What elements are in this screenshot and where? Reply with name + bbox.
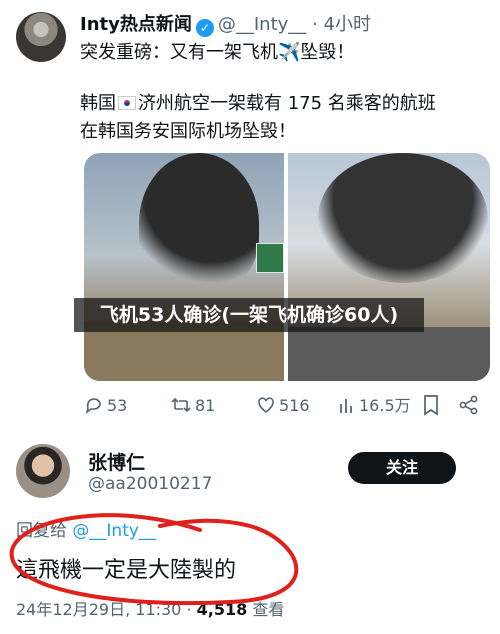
author-avatar[interactable] xyxy=(16,12,66,62)
views-button[interactable]: 16.5万 xyxy=(338,394,411,418)
photo-grid xyxy=(84,153,490,381)
body-line2: 在韩国务安国际机场坠毁！ xyxy=(80,121,296,142)
reply-text: 這飛機一定是大陸製的 xyxy=(16,558,237,583)
body-line1-post: 济州航空一架载有 175 名乘客的航班 xyxy=(138,93,436,114)
replying-to: 回复给 @__Inty__ xyxy=(16,516,156,541)
author-handle[interactable]: @__Inty__ xyxy=(218,14,306,35)
retweet-button[interactable]: 81 xyxy=(170,394,215,418)
road xyxy=(288,327,490,381)
tweet-body: 韩国 济州航空一架载有 175 名乘客的航班 在韩国务安国际机场坠毁！ xyxy=(80,90,490,146)
share-icon xyxy=(459,395,478,415)
bookmark-icon xyxy=(424,395,438,416)
reply-count: 53 xyxy=(107,396,128,415)
reply-author-handle[interactable]: @aa20010217 xyxy=(88,474,212,494)
views-count: 16.5万 xyxy=(359,396,411,415)
reply-date[interactable]: 24年12月29日, 11:30 · xyxy=(16,600,197,619)
body-line1-pre: 韩国 xyxy=(80,93,116,114)
tweet-header: Inty热点新闻 ✓ @__Inty__ · 4小时 xyxy=(80,10,371,37)
share-button[interactable] xyxy=(458,394,483,418)
like-button[interactable]: 516 xyxy=(256,394,310,418)
bookmark-button[interactable] xyxy=(422,394,443,418)
tweet-headline: 突发重磅：又有一架飞机✈️坠毁！ xyxy=(80,42,355,63)
like-count: 516 xyxy=(279,396,310,415)
crash-photo-right[interactable] xyxy=(288,153,490,381)
smoke-plume xyxy=(318,153,488,283)
reply-tweet: 张博仁 @aa20010217 关注 回复给 @__Inty__ 這飛機一定是大… xyxy=(0,430,500,634)
verified-badge-icon: ✓ xyxy=(195,19,214,37)
retweet-icon xyxy=(171,397,191,413)
follow-button[interactable]: 关注 xyxy=(348,452,456,484)
timestamp[interactable]: 4小时 xyxy=(324,14,371,35)
heart-icon xyxy=(258,397,274,413)
reply-views-count: 4,518 xyxy=(196,600,248,619)
reply-meta: 24年12月29日, 11:30 · 4,518 查看 xyxy=(16,596,284,620)
road-sign xyxy=(256,243,284,273)
retweet-count: 81 xyxy=(195,396,216,415)
reply-button[interactable]: 53 xyxy=(84,394,127,418)
reply-author-name[interactable]: 张博仁 xyxy=(88,448,145,475)
korea-flag-icon xyxy=(118,96,136,110)
reply-target-link[interactable]: @__Inty__ xyxy=(72,521,156,541)
separator: · xyxy=(312,14,318,35)
reply-icon xyxy=(85,398,101,414)
reply-prefix: 回复给 xyxy=(16,521,67,541)
author-name[interactable]: Inty热点新闻 xyxy=(80,14,192,35)
views-chart-icon xyxy=(340,399,352,413)
reply-views-label: 查看 xyxy=(247,600,285,619)
crash-photo-left[interactable] xyxy=(84,153,284,381)
reply-author-avatar[interactable] xyxy=(16,444,70,498)
tweet: Inty热点新闻 ✓ @__Inty__ · 4小时 突发重磅：又有一架飞机✈️坠毁… xyxy=(0,0,500,430)
action-bar: 53 81 516 16.5万 xyxy=(84,394,490,420)
overlay-caption: 飞机53人确诊(一架飞机确诊60人) xyxy=(74,298,424,332)
smoke-plume xyxy=(139,153,259,293)
